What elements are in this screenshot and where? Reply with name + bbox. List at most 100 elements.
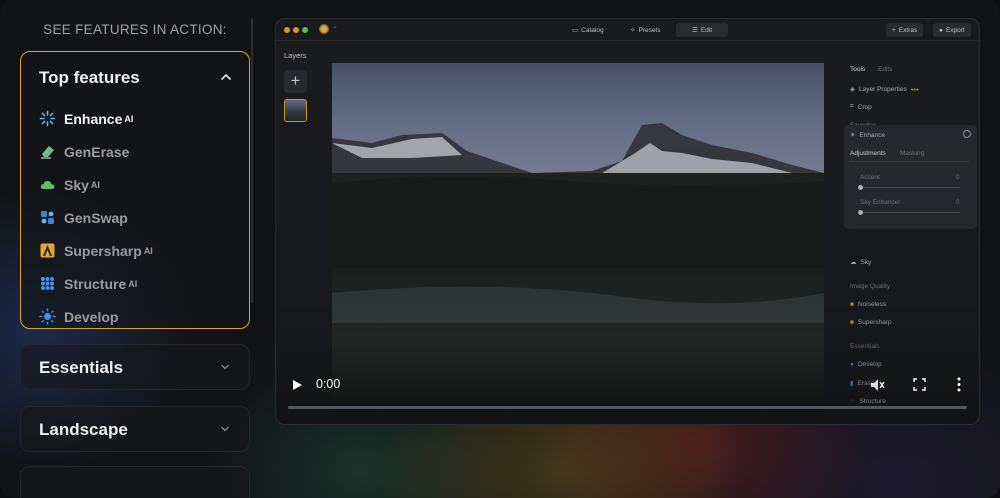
feature-item-develop[interactable]: Develop <box>39 300 153 333</box>
see-features-heading: SEE FEATURES IN ACTION: <box>43 22 227 37</box>
sliders-icon: ☰ <box>691 27 698 34</box>
feature-label: Supersharp <box>64 242 142 259</box>
chevron-up-icon[interactable] <box>219 70 233 84</box>
plus-icon: + <box>892 26 896 34</box>
next-accordion[interactable] <box>20 466 250 498</box>
sky-item[interactable]: ☁ Sky <box>850 258 872 267</box>
slider-knob[interactable] <box>858 210 863 215</box>
genswap-icon <box>39 209 56 226</box>
catalog-button[interactable]: ▭ Catalog <box>566 23 610 37</box>
presets-button[interactable]: ✧ Presets <box>624 23 667 37</box>
feature-label: Develop <box>64 308 119 325</box>
feature-item-structure[interactable]: Structure AI <box>39 267 153 300</box>
develop-item[interactable]: ● Develop <box>850 361 882 368</box>
info-icon[interactable] <box>963 130 971 138</box>
export-button[interactable]: ● Export <box>933 23 971 37</box>
top-features-list: Enhance AI GenErase Sky AI GenSwap Super… <box>39 102 153 333</box>
crop-item[interactable]: ⌗ Crop <box>850 103 872 111</box>
photo-canvas <box>332 63 824 415</box>
edit-label: Edit <box>700 26 713 34</box>
ai-badge: AI <box>90 179 100 190</box>
layers-icon: ◈ <box>850 86 855 93</box>
noiseless-label: Noiseless <box>857 301 887 308</box>
crop-icon: ⌗ <box>850 103 854 110</box>
layer-properties-label: Layer Properties <box>859 85 907 93</box>
feature-label: Structure <box>64 275 127 292</box>
enhance-sparkle-icon <box>39 110 56 127</box>
add-layer-button[interactable]: + <box>284 70 307 93</box>
tab-tools[interactable]: Tools <box>850 66 865 73</box>
crop-label: Crop <box>857 103 872 111</box>
tab-masking[interactable]: Masking <box>900 150 924 157</box>
page: SEE FEATURES IN ACTION: Top features Enh… <box>0 0 1000 498</box>
supersharp-label: Supersharp <box>857 319 892 326</box>
landscape-accordion[interactable]: Landscape <box>20 406 250 452</box>
pro-badge: ●●● <box>910 86 919 92</box>
export-label: Export <box>945 26 965 34</box>
feature-label: Enhance <box>64 110 123 127</box>
essentials-accordion-label: Essentials <box>39 358 124 377</box>
sky-enhancer-slider[interactable] <box>858 210 960 215</box>
chevron-down-icon <box>221 364 229 370</box>
supersharp-icon: ■ <box>850 319 854 326</box>
chevron-down-icon: ⌄ <box>332 23 338 30</box>
develop-sun-icon <box>39 308 56 325</box>
window-dot-icon <box>302 27 308 33</box>
mute-icon[interactable] <box>869 377 885 393</box>
edit-button[interactable]: ☰ Edit <box>676 23 728 37</box>
cloud-icon <box>39 176 56 193</box>
noiseless-item[interactable]: ■ Noiseless <box>850 301 886 308</box>
app-logo-icon <box>319 24 329 34</box>
chevron-down-icon <box>221 426 229 432</box>
more-options-icon[interactable] <box>956 377 962 392</box>
feature-label: Sky <box>64 176 89 193</box>
catalog-label: Catalog <box>581 26 604 34</box>
image-quality-heading: Image Quality <box>850 283 891 290</box>
feature-label: GenErase <box>64 143 130 160</box>
enhance-label: Enhance <box>859 131 886 139</box>
presets-icon: ✧ <box>630 27 636 34</box>
layer-properties-item[interactable]: ◈ Layer Properties ●●● <box>850 85 919 94</box>
essentials-heading: Essentials <box>850 343 880 350</box>
essentials-accordion[interactable]: Essentials <box>20 344 250 390</box>
feature-item-supersharp[interactable]: Supersharp AI <box>39 234 153 267</box>
ai-badge: AI <box>128 278 138 289</box>
feature-label: GenSwap <box>64 209 128 226</box>
video-progress-bar[interactable] <box>288 406 967 409</box>
window-dot-icon <box>293 27 299 33</box>
divider <box>850 161 970 162</box>
sky-label: Sky <box>860 258 872 266</box>
slider-knob[interactable] <box>858 185 863 190</box>
tab-tools-label: Tools <box>850 66 866 73</box>
extras-button[interactable]: + Extras <box>886 23 924 37</box>
tab-edits-label: Edits <box>878 66 893 73</box>
enhance-item[interactable]: ✶ Enhance <box>850 131 886 140</box>
play-icon[interactable] <box>291 379 303 391</box>
app-video-window[interactable]: ⌄ ▭ Catalog ✧ Presets ☰ Edit + Extras ● Expor… <box>275 18 980 425</box>
scrollbar-divider[interactable] <box>251 18 253 303</box>
cloud-icon: ☁ <box>850 259 857 266</box>
develop-label: Develop <box>857 361 882 368</box>
eraser-icon <box>39 143 56 160</box>
ai-badge: AI <box>124 113 134 124</box>
feature-item-generase[interactable]: GenErase <box>39 135 153 168</box>
tab-adjustments[interactable]: Adjustments <box>850 150 886 157</box>
ai-badge: AI <box>143 245 153 256</box>
accent-label: Accent <box>860 174 880 181</box>
layer-thumbnail[interactable] <box>284 99 307 122</box>
supersharp-item[interactable]: ■ Supersharp <box>850 319 892 326</box>
tab-edits[interactable]: Edits <box>878 66 892 73</box>
feature-item-genswap[interactable]: GenSwap <box>39 201 153 234</box>
sky-enhancer-label: Sky Enhancer <box>860 199 901 206</box>
structure-dots-icon <box>39 275 56 292</box>
accent-slider[interactable] <box>858 185 960 190</box>
landscape-accordion-label: Landscape <box>39 420 128 439</box>
noiseless-icon: ■ <box>850 301 854 308</box>
feature-item-sky[interactable]: Sky AI <box>39 168 153 201</box>
extras-label: Extras <box>898 26 918 34</box>
tools-panel: Tools Edits ◈Layer Properties●●● ⌗Crop F… <box>844 41 979 424</box>
fullscreen-icon[interactable] <box>913 378 926 391</box>
accent-value: 0 <box>956 174 960 181</box>
top-features-title[interactable]: Top features <box>39 68 140 88</box>
feature-item-enhance[interactable]: Enhance AI <box>39 102 153 135</box>
